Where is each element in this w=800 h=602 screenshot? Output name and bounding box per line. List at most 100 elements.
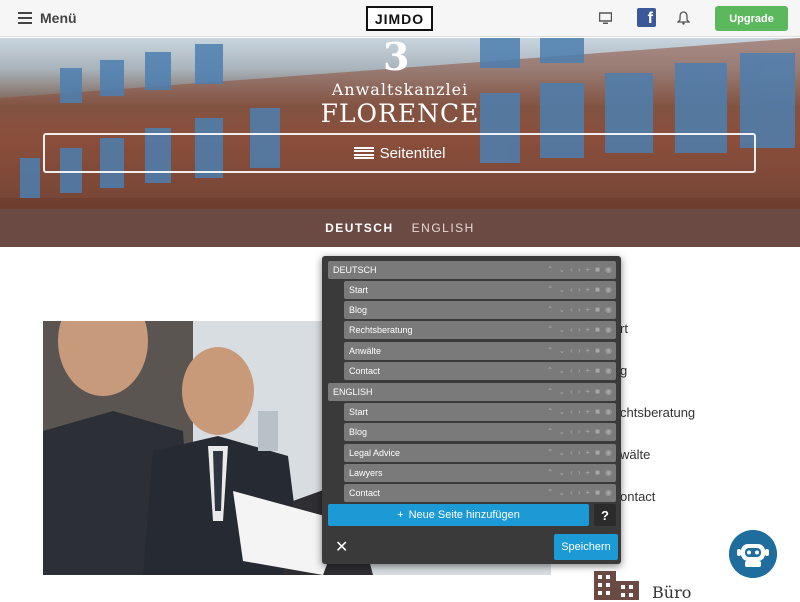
- move-right-icon[interactable]: ›: [578, 266, 581, 274]
- trash-icon[interactable]: ■: [595, 408, 600, 416]
- move-up-icon[interactable]: ⌃: [547, 286, 554, 294]
- nav-section-english[interactable]: ENGLISH ⌃ ⌄ ‹ › + ■ ◉: [328, 383, 616, 401]
- add-icon[interactable]: +: [586, 266, 591, 274]
- move-down-icon[interactable]: ⌄: [558, 347, 565, 355]
- move-left-icon[interactable]: ‹: [570, 408, 573, 416]
- eye-icon[interactable]: ◉: [605, 347, 612, 355]
- eye-icon[interactable]: ◉: [605, 449, 612, 457]
- move-up-icon[interactable]: ⌃: [547, 347, 554, 355]
- move-left-icon[interactable]: ‹: [570, 428, 573, 436]
- menu-button[interactable]: Menü: [18, 10, 77, 26]
- add-icon[interactable]: +: [586, 428, 591, 436]
- monitor-icon[interactable]: [599, 12, 612, 25]
- move-down-icon[interactable]: ⌄: [558, 266, 565, 274]
- bell-icon[interactable]: [677, 11, 690, 25]
- move-down-icon[interactable]: ⌄: [558, 367, 565, 375]
- side-nav-item[interactable]: ontact: [620, 489, 655, 504]
- move-up-icon[interactable]: ⌃: [547, 367, 554, 375]
- eye-icon[interactable]: ◉: [605, 306, 612, 314]
- trash-icon[interactable]: ■: [595, 326, 600, 334]
- side-nav-item[interactable]: g: [620, 363, 627, 378]
- lang-deutsch[interactable]: DEUTSCH: [325, 221, 394, 235]
- trash-icon[interactable]: ■: [595, 428, 600, 436]
- nav-page-row[interactable]: Start ⌃ ⌄ ‹ › + ■ ◉: [344, 403, 616, 421]
- move-right-icon[interactable]: ›: [578, 408, 581, 416]
- nav-page-row[interactable]: Anwälte ⌃ ⌄ ‹ › + ■ ◉: [344, 342, 616, 360]
- add-icon[interactable]: +: [586, 408, 591, 416]
- move-down-icon[interactable]: ⌄: [558, 489, 565, 497]
- add-page-button[interactable]: + Neue Seite hinzufügen: [328, 504, 589, 526]
- eye-icon[interactable]: ◉: [605, 326, 612, 334]
- move-right-icon[interactable]: ›: [578, 489, 581, 497]
- move-down-icon[interactable]: ⌄: [558, 306, 565, 314]
- eye-icon[interactable]: ◉: [605, 286, 612, 294]
- eye-icon[interactable]: ◉: [605, 408, 612, 416]
- robot-assistant-icon[interactable]: [729, 530, 777, 578]
- move-down-icon[interactable]: ⌄: [558, 449, 565, 457]
- nav-page-row[interactable]: Lawyers ⌃ ⌄ ‹ › + ■ ◉: [344, 464, 616, 482]
- trash-icon[interactable]: ■: [595, 306, 600, 314]
- trash-icon[interactable]: ■: [595, 449, 600, 457]
- move-up-icon[interactable]: ⌃: [547, 266, 554, 274]
- nav-page-row[interactable]: Start ⌃ ⌄ ‹ › + ■ ◉: [344, 281, 616, 299]
- move-right-icon[interactable]: ›: [578, 449, 581, 457]
- move-up-icon[interactable]: ⌃: [547, 489, 554, 497]
- side-nav-item[interactable]: wälte: [620, 447, 650, 462]
- jimdo-logo[interactable]: JIMDO: [366, 6, 433, 31]
- move-left-icon[interactable]: ‹: [570, 388, 573, 396]
- trash-icon[interactable]: ■: [595, 286, 600, 294]
- add-icon[interactable]: +: [586, 347, 591, 355]
- add-icon[interactable]: +: [586, 449, 591, 457]
- trash-icon[interactable]: ■: [595, 266, 600, 274]
- move-down-icon[interactable]: ⌄: [558, 408, 565, 416]
- add-icon[interactable]: +: [586, 306, 591, 314]
- move-up-icon[interactable]: ⌃: [547, 428, 554, 436]
- move-right-icon[interactable]: ›: [578, 347, 581, 355]
- nav-page-row[interactable]: Contact ⌃ ⌄ ‹ › + ■ ◉: [344, 362, 616, 380]
- move-up-icon[interactable]: ⌃: [547, 306, 554, 314]
- add-icon[interactable]: +: [586, 367, 591, 375]
- page-title-field[interactable]: Seitentitel: [43, 133, 756, 173]
- add-icon[interactable]: +: [586, 469, 591, 477]
- move-right-icon[interactable]: ›: [578, 469, 581, 477]
- trash-icon[interactable]: ■: [595, 367, 600, 375]
- move-down-icon[interactable]: ⌄: [558, 469, 565, 477]
- side-nav-item[interactable]: rt: [620, 321, 628, 336]
- trash-icon[interactable]: ■: [595, 469, 600, 477]
- add-icon[interactable]: +: [586, 286, 591, 294]
- move-right-icon[interactable]: ›: [578, 367, 581, 375]
- move-up-icon[interactable]: ⌃: [547, 469, 554, 477]
- move-down-icon[interactable]: ⌄: [558, 326, 565, 334]
- move-up-icon[interactable]: ⌃: [547, 408, 554, 416]
- move-left-icon[interactable]: ‹: [570, 286, 573, 294]
- trash-icon[interactable]: ■: [595, 489, 600, 497]
- add-icon[interactable]: +: [586, 326, 591, 334]
- move-right-icon[interactable]: ›: [578, 388, 581, 396]
- nav-page-row[interactable]: Rechtsberatung ⌃ ⌄ ‹ › + ■ ◉: [344, 321, 616, 339]
- move-right-icon[interactable]: ›: [578, 306, 581, 314]
- move-right-icon[interactable]: ›: [578, 326, 581, 334]
- move-right-icon[interactable]: ›: [578, 428, 581, 436]
- move-left-icon[interactable]: ‹: [570, 306, 573, 314]
- move-down-icon[interactable]: ⌄: [558, 286, 565, 294]
- trash-icon[interactable]: ■: [595, 347, 600, 355]
- move-up-icon[interactable]: ⌃: [547, 449, 554, 457]
- eye-icon[interactable]: ◉: [605, 428, 612, 436]
- nav-page-row[interactable]: Legal Advice ⌃ ⌄ ‹ › + ■ ◉: [344, 444, 616, 462]
- add-icon[interactable]: +: [586, 388, 591, 396]
- move-left-icon[interactable]: ‹: [570, 266, 573, 274]
- move-right-icon[interactable]: ›: [578, 286, 581, 294]
- nav-page-row[interactable]: Blog ⌃ ⌄ ‹ › + ■ ◉: [344, 423, 616, 441]
- eye-icon[interactable]: ◉: [605, 489, 612, 497]
- side-nav-item[interactable]: chtsberatung: [620, 405, 695, 420]
- move-down-icon[interactable]: ⌄: [558, 388, 565, 396]
- facebook-icon[interactable]: f: [637, 8, 656, 27]
- move-left-icon[interactable]: ‹: [570, 347, 573, 355]
- nav-page-row[interactable]: Contact ⌃ ⌄ ‹ › + ■ ◉: [344, 484, 616, 502]
- move-left-icon[interactable]: ‹: [570, 489, 573, 497]
- add-icon[interactable]: +: [586, 489, 591, 497]
- move-left-icon[interactable]: ‹: [570, 469, 573, 477]
- move-down-icon[interactable]: ⌄: [558, 428, 565, 436]
- nav-page-row[interactable]: Blog ⌃ ⌄ ‹ › + ■ ◉: [344, 301, 616, 319]
- close-icon[interactable]: ✕: [335, 537, 348, 557]
